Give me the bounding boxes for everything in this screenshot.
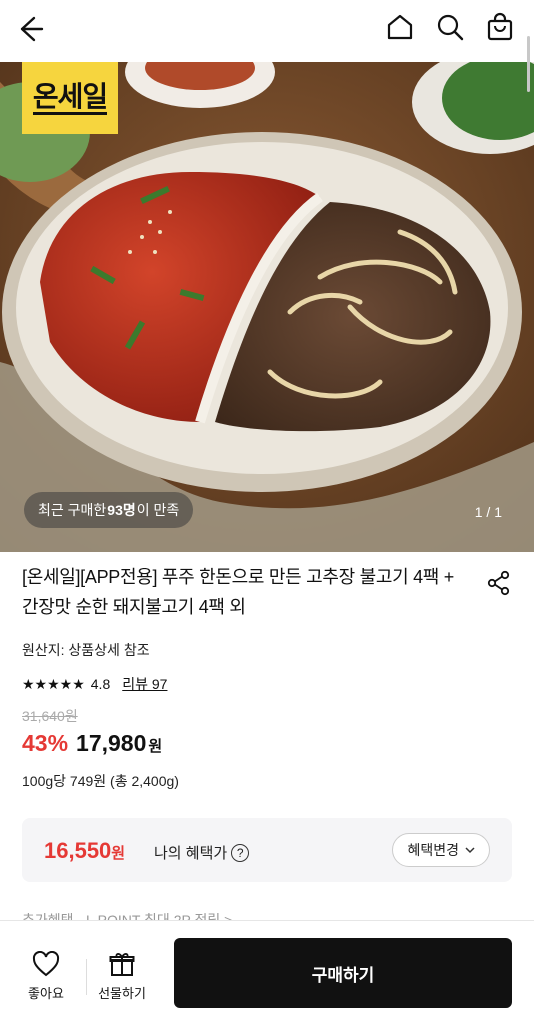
shopping-bag-icon[interactable] [484, 11, 516, 43]
brand-badge-text: 온세일 [32, 81, 108, 115]
top-navigation-bar [0, 0, 534, 62]
social-proof-badge: 최근 구매한 93명 이 만족 [24, 492, 194, 528]
share-icon[interactable] [486, 570, 512, 596]
top-right-icons [384, 11, 516, 43]
benefit-label-text: 나의 혜택가 [154, 845, 228, 862]
brand-badge: 온세일 [22, 62, 118, 134]
change-benefit-button[interactable]: 혜택변경 [392, 833, 490, 867]
buy-button[interactable]: 구매하기 [174, 938, 512, 1008]
star-rating-icon: ★★★★★ [22, 675, 85, 692]
like-button[interactable]: 좋아요 [16, 951, 76, 1002]
product-image-carousel[interactable]: 온세일 최근 구매한 93명 이 만족 1 / 1 [0, 62, 534, 552]
benefit-label[interactable]: 나의 혜택가 ? [154, 842, 250, 863]
gift-button[interactable]: 선물하기 [92, 951, 152, 1002]
help-icon[interactable]: ? [231, 843, 250, 862]
search-icon[interactable] [434, 11, 466, 43]
benefit-price-currency: 원 [111, 845, 126, 862]
heart-icon [32, 951, 60, 977]
bottom-action-bar: 좋아요 선물하기 구매하기 [0, 920, 534, 1024]
like-label: 좋아요 [28, 986, 64, 1001]
product-photo [0, 62, 534, 552]
original-price: 31,640원 [22, 708, 78, 724]
social-proof-suffix: 이 만족 [136, 502, 180, 518]
my-benefit-box: 16,550원 나의 혜택가 ? 혜택변경 [22, 818, 512, 882]
bottom-divider [86, 959, 87, 995]
benefit-price-value: 16,550 [44, 838, 112, 863]
benefit-price: 16,550원 [44, 838, 125, 864]
sale-price: 17,980 [76, 730, 147, 756]
gift-label: 선물하기 [98, 986, 146, 1001]
product-info: [온세일][APP전용] 푸주 한돈으로 만든 고추장 불고기 4팩 + 간장맛… [22, 562, 512, 791]
scrollbar-thumb[interactable] [527, 36, 530, 92]
home-icon[interactable] [384, 11, 416, 43]
rating-row: ★★★★★ 4.8 리뷰 97 [22, 674, 512, 694]
gift-icon [109, 953, 135, 976]
image-pager: 1 / 1 [474, 504, 502, 520]
price-row: 43% 17,980 원 [22, 730, 512, 757]
discount-rate: 43% [22, 730, 69, 756]
review-link[interactable]: 리뷰 97 [122, 674, 167, 694]
sale-price-currency: 원 [148, 738, 163, 755]
back-arrow-icon[interactable] [16, 12, 50, 46]
social-proof-count: 93명 [107, 502, 136, 518]
product-title: [온세일][APP전용] 푸주 한돈으로 만든 고추장 불고기 4팩 + 간장맛… [22, 567, 454, 617]
change-benefit-label: 혜택변경 [407, 842, 459, 858]
social-proof-prefix: 최근 구매한 [38, 502, 107, 518]
extra-benefit-text: 추가혜택 · L.POINT 최대 2P 적립 > [22, 912, 233, 920]
rating-value: 4.8 [90, 676, 111, 692]
origin-info: 원산지: 상품상세 참조 [22, 642, 150, 658]
chevron-down-icon [465, 847, 475, 854]
unit-price: 100g당 749원 (총 2,400g) [22, 773, 179, 789]
